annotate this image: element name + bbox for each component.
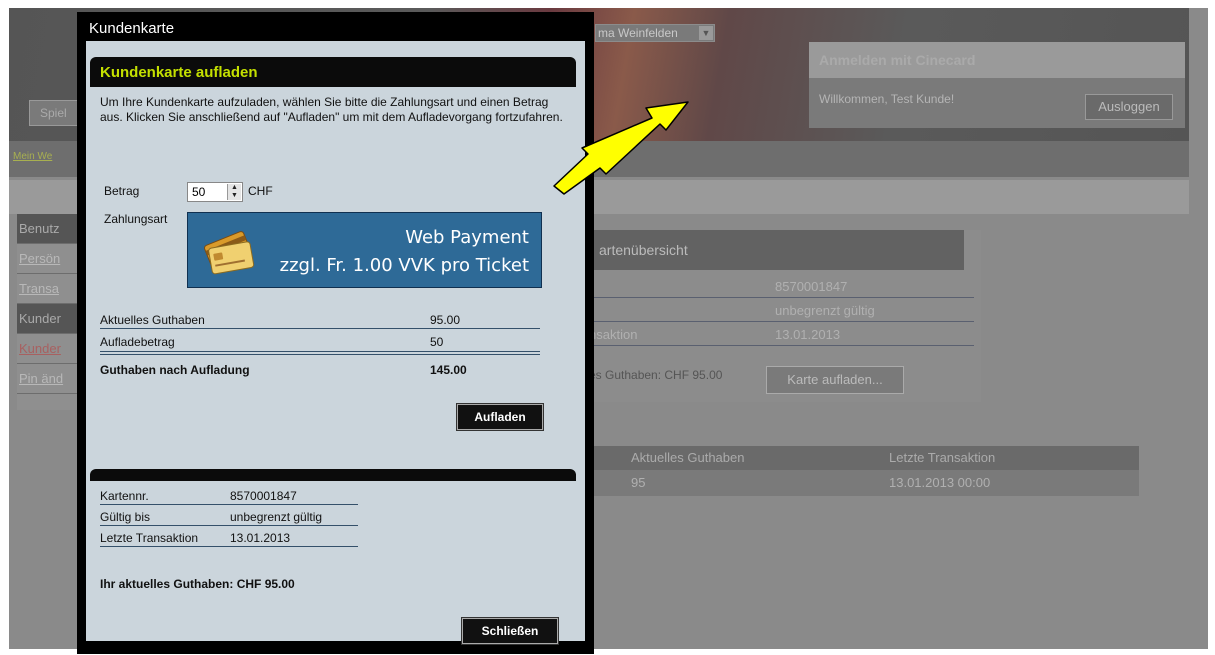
card-overview-row: 8570001847 — [589, 276, 974, 298]
card-overview-row: nsaktion 13.01.2013 — [589, 324, 974, 346]
valid-until-row: Gültig bis unbegrenzt gültig — [100, 506, 358, 526]
credit-card-icon — [204, 231, 255, 275]
summary-label: Aktuelles Guthaben — [100, 313, 205, 327]
logout-button[interactable]: Ausloggen — [1085, 94, 1173, 120]
payment-option-title: Web Payment — [405, 227, 529, 248]
summary-row-current-balance: Aktuelles Guthaben 95.00 — [100, 307, 540, 329]
modal-title: Kundenkarte — [81, 16, 590, 40]
card-overview-balance: es Guthaben: CHF 95.00 — [589, 368, 723, 382]
card-overview-title: artenübersicht — [569, 230, 964, 270]
card-table: Aktuelles Guthaben Letzte Transaktion 95… — [569, 446, 1139, 496]
column-header: Letzte Transaktion — [889, 450, 996, 465]
recharge-panel: Kundenkarte aufladen Um Ihre Kundenkarte… — [90, 57, 576, 459]
amount-label: Betrag — [104, 184, 140, 198]
amount-stepper[interactable]: 50 ▲ ▼ — [187, 182, 243, 202]
current-balance-text: Ihr aktuelles Guthaben: CHF 95.00 — [100, 577, 295, 591]
row-value: 13.01.2013 — [775, 327, 841, 342]
info-value: 8570001847 — [230, 489, 297, 503]
currency-label: CHF — [248, 184, 273, 198]
login-box: Anmelden mit Cinecard Willkommen, Test K… — [809, 42, 1185, 128]
card-number-row: Kartennr. 8570001847 — [100, 485, 358, 505]
spinner-arrows-icon[interactable]: ▲ ▼ — [227, 184, 241, 200]
row-value: unbegrenzt gültig — [775, 303, 875, 318]
location-dropdown-value: ma Weinfelden — [598, 26, 678, 40]
login-box-title: Anmelden mit Cinecard — [809, 42, 1185, 78]
card-overview-row: unbegrenzt gültig — [589, 300, 974, 322]
card-overview: artenübersicht 8570001847 unbegrenzt gül… — [569, 230, 981, 402]
kundenkarte-modal: Kundenkarte Kundenkarte aufladen Um Ihre… — [77, 12, 594, 654]
recharge-panel-heading: Kundenkarte aufladen — [90, 57, 576, 87]
mein-web-link[interactable]: Mein We — [13, 151, 52, 162]
summary-divider — [100, 351, 540, 355]
summary-total-value: 145.00 — [430, 363, 467, 377]
welcome-text: Willkommen, Test Kunde! — [819, 92, 955, 106]
last-transaction-row: Letzte Transaktion 13.01.2013 — [100, 527, 358, 547]
row-value: 8570001847 — [775, 279, 848, 294]
table-header: Aktuelles Guthaben Letzte Transaktion — [569, 446, 1139, 470]
recharge-instructions: Um Ihre Kundenkarte aufzuladen, wählen S… — [100, 95, 563, 124]
info-value: unbegrenzt gültig — [230, 510, 323, 524]
annotation-arrow-icon — [553, 101, 689, 195]
karte-aufladen-button[interactable]: Karte aufladen... — [766, 366, 904, 394]
web-payment-option[interactable]: Web Payment zzgl. Fr. 1.00 VVK pro Ticke… — [187, 212, 542, 288]
info-value: 13.01.2013 — [230, 531, 291, 545]
info-label: Letzte Transaktion — [100, 531, 199, 545]
table-row: 95 13.01.2013 00:00 — [569, 470, 1139, 496]
table-cell: 95 — [631, 475, 646, 490]
summary-row-recharge-amount: Aufladebetrag 50 — [100, 329, 540, 351]
payment-option-fee: zzgl. Fr. 1.00 VVK pro Ticket — [279, 255, 529, 276]
summary-total-label: Guthaben nach Aufladung — [100, 363, 250, 377]
info-label: Gültig bis — [100, 510, 151, 524]
summary-label: Aufladebetrag — [100, 335, 175, 349]
location-dropdown[interactable]: ma Weinfelden ▼ — [595, 24, 715, 42]
amount-value: 50 — [192, 185, 206, 199]
card-info-panel: Kartennr. 8570001847 Gültig bis unbegren… — [90, 469, 576, 609]
chevron-down-icon[interactable]: ▼ — [699, 26, 713, 40]
summary-row-total: Guthaben nach Aufladung 145.00 — [100, 357, 540, 379]
aufladen-button[interactable]: Aufladen — [456, 403, 544, 431]
modal-body: Kundenkarte aufladen Um Ihre Kundenkarte… — [86, 41, 585, 645]
info-label: Kartennr. — [100, 489, 149, 503]
column-header: Aktuelles Guthaben — [631, 450, 745, 465]
table-cell: 13.01.2013 00:00 — [889, 475, 991, 490]
payment-method-label: Zahlungsart — [104, 212, 168, 226]
row-label: nsaktion — [589, 327, 638, 342]
schliessen-button[interactable]: Schließen — [461, 617, 559, 645]
card-info-panel-header — [90, 469, 576, 481]
